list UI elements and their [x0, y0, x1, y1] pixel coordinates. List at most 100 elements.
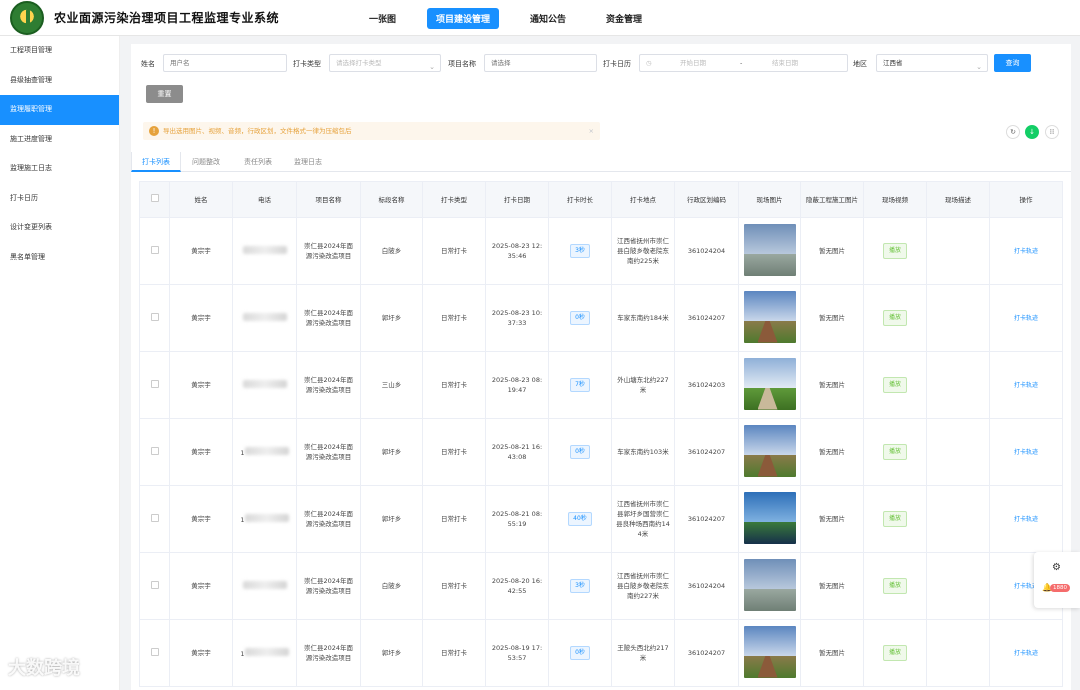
checkin-track-link[interactable]: 打卡轨迹	[1014, 382, 1038, 389]
columns-icon[interactable]: ⁞⁞	[1045, 125, 1059, 139]
app-logo-icon	[10, 0, 44, 35]
sidebar-item-design-changes[interactable]: 设计变更列表	[0, 213, 119, 243]
tab-supervision-log[interactable]: 监理日志	[285, 152, 331, 172]
cell-video: 播放	[863, 485, 927, 553]
table-row[interactable]: 黄宗宇 1 崇仁县2024年面源污染改造项目 郭圩乡 日常打卡 2025-08-19 17…	[139, 619, 1063, 687]
play-video-button[interactable]: 播放	[882, 444, 907, 460]
column-header: 电话	[232, 181, 297, 218]
site-photo[interactable]	[743, 558, 796, 611]
checkbox[interactable]	[150, 312, 159, 321]
play-video-button[interactable]: 播放	[882, 578, 907, 594]
sidebar-item-supervision-duty[interactable]: 监理履职管理	[0, 95, 119, 125]
site-photo[interactable]	[743, 491, 796, 544]
play-video-button[interactable]: 播放	[882, 377, 907, 393]
sidebar-item-progress[interactable]: 施工进度管理	[0, 125, 119, 155]
checkin-type-select[interactable]: 请选择打卡类型 ⌄	[329, 54, 441, 72]
checkin-track-link[interactable]: 打卡轨迹	[1014, 650, 1038, 657]
site-photo[interactable]	[743, 223, 796, 276]
site-photo[interactable]	[743, 357, 796, 410]
checkbox[interactable]	[150, 446, 159, 455]
row-select-cell[interactable]	[139, 552, 170, 620]
cell-action: 打卡轨迹	[989, 284, 1063, 352]
cell-phone	[232, 284, 297, 352]
blurred-phone	[244, 446, 289, 455]
duration-tag: 7秒	[570, 378, 590, 392]
nav-one-map[interactable]: 一张图	[360, 8, 405, 29]
cell-phone	[232, 351, 297, 419]
cell-type: 日常打卡	[422, 552, 486, 620]
sidebar-item-blacklist[interactable]: 黑名单管理	[0, 243, 119, 273]
checkin-track-link[interactable]: 打卡轨迹	[1014, 248, 1038, 255]
date-end[interactable]: 结束日期	[772, 55, 798, 71]
table-row[interactable]: 黄宗宇 崇仁县2024年面源污染改造项目 三山乡 日常打卡 2025-08-23 08:…	[139, 351, 1063, 419]
nav-project-construction[interactable]: 项目建设管理	[427, 7, 500, 29]
table-row[interactable]: 黄宗宇 崇仁县2024年面源污染改造项目 白陂乡 日常打卡 2025-08-23 12:…	[139, 217, 1063, 285]
select-all-cell[interactable]	[139, 181, 170, 218]
cell-project: 崇仁县2024年面源污染改造项目	[296, 552, 361, 620]
nav-funds[interactable]: 资金管理	[597, 8, 651, 29]
cell-name: 黄宗宇	[169, 619, 233, 687]
checkin-track-link[interactable]: 打卡轨迹	[1014, 315, 1038, 322]
search-button[interactable]: 查询	[994, 54, 1031, 72]
tab-rectification[interactable]: 问题整改	[183, 152, 229, 172]
row-select-cell[interactable]	[139, 351, 170, 419]
photo-ground	[743, 588, 796, 611]
checkin-track-link[interactable]: 打卡轨迹	[1014, 449, 1038, 456]
region-select[interactable]: 江西省 ⌄	[876, 54, 988, 72]
main-content: 姓名 打卡类型 请选择打卡类型 ⌄ 项目名称 打卡日历 ◷ 开始日期 - 结束日…	[131, 44, 1071, 690]
calendar-icon: ◷	[646, 59, 652, 67]
checkbox[interactable]	[150, 647, 159, 656]
cell-photo	[738, 284, 801, 352]
table-row[interactable]: 黄宗宇 崇仁县2024年面源污染改造项目 白陂乡 日常打卡 2025-08-20 16:…	[139, 552, 1063, 620]
close-icon[interactable]: ×	[589, 122, 594, 140]
table-row[interactable]: 黄宗宇 1 崇仁县2024年面源污染改造项目 郭圩乡 日常打卡 2025-08-21 16…	[139, 418, 1063, 486]
sidebar-item-construction-log[interactable]: 监理施工日志	[0, 154, 119, 184]
reset-button[interactable]: 重置	[146, 85, 183, 103]
top-nav: 一张图 项目建设管理 通知公告 资金管理	[360, 0, 673, 36]
checkin-track-link[interactable]: 打卡轨迹	[1014, 516, 1038, 523]
nav-notices[interactable]: 通知公告	[521, 8, 575, 29]
play-video-button[interactable]: 播放	[882, 511, 907, 527]
checkbox[interactable]	[150, 245, 159, 254]
cell-hidden-photo: 暂无图片	[800, 485, 864, 553]
date-start[interactable]: 开始日期	[680, 55, 706, 71]
row-select-cell[interactable]	[139, 619, 170, 687]
checkbox[interactable]	[150, 513, 159, 522]
table-row[interactable]: 黄宗宇 1 崇仁县2024年面源污染改造项目 郭圩乡 日常打卡 2025-08-21 08…	[139, 485, 1063, 553]
sidebar-item-checkin-calendar[interactable]: 打卡日历	[0, 184, 119, 214]
sidebar-item-project-management[interactable]: 工程项目管理	[0, 36, 119, 66]
checkbox[interactable]	[150, 194, 159, 202]
column-header: 打卡日期	[485, 181, 549, 218]
tab-checkin-list[interactable]: 打卡列表	[131, 152, 181, 172]
cell-section: 三山乡	[360, 351, 423, 419]
cell-video: 播放	[863, 351, 927, 419]
top-header: 农业面源污染治理项目工程监理专业系统 一张图 项目建设管理 通知公告 资金管理	[0, 0, 1080, 36]
row-select-cell[interactable]	[139, 284, 170, 352]
cell-type: 日常打卡	[422, 418, 486, 486]
checkbox[interactable]	[150, 580, 159, 589]
project-name-input[interactable]	[484, 54, 597, 72]
cell-date: 2025-08-19 17:53:57	[485, 619, 549, 687]
refresh-icon[interactable]: ↻	[1006, 125, 1020, 139]
row-select-cell[interactable]	[139, 418, 170, 486]
site-photo[interactable]	[743, 625, 796, 678]
site-photo[interactable]	[743, 290, 796, 343]
name-input[interactable]	[163, 54, 287, 72]
play-video-button[interactable]: 播放	[882, 243, 907, 259]
play-video-button[interactable]: 播放	[882, 645, 907, 661]
download-icon[interactable]: ↓	[1025, 125, 1039, 139]
cell-project: 崇仁县2024年面源污染改造项目	[296, 284, 361, 352]
gear-icon[interactable]: ⚙	[1052, 562, 1061, 573]
cell-photo	[738, 619, 801, 687]
checkbox[interactable]	[150, 379, 159, 388]
sidebar-item-county-inspection[interactable]: 县级抽查管理	[0, 66, 119, 96]
date-range-picker[interactable]: ◷ 开始日期 - 结束日期	[639, 54, 848, 72]
cell-duration: 3秒	[548, 552, 612, 620]
play-video-button[interactable]: 播放	[882, 310, 907, 326]
site-photo[interactable]	[743, 424, 796, 477]
row-select-cell[interactable]	[139, 485, 170, 553]
row-select-cell[interactable]	[139, 217, 170, 285]
tab-responsibility[interactable]: 责任列表	[235, 152, 281, 172]
table-row[interactable]: 黄宗宇 崇仁县2024年面源污染改造项目 郭圩乡 日常打卡 2025-08-23 10:…	[139, 284, 1063, 352]
cell-description	[926, 619, 990, 687]
